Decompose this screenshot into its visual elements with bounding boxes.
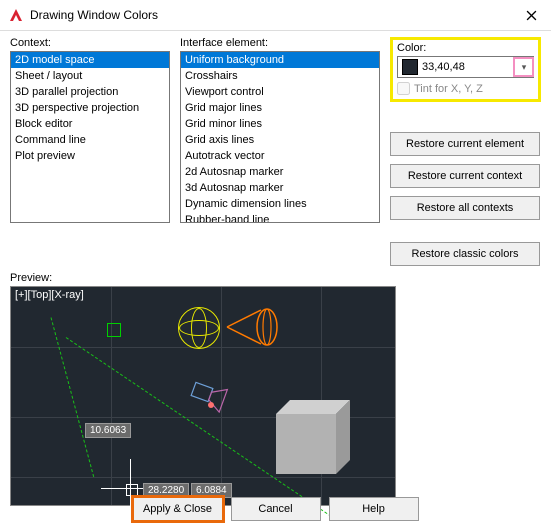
viewport-control-label: [+][Top][X-ray] [15, 289, 84, 301]
list-item[interactable]: 2d Autosnap marker [181, 164, 379, 180]
wireframe-sphere-icon [178, 307, 220, 349]
close-button[interactable] [511, 0, 551, 30]
list-item[interactable]: Plot preview [11, 148, 169, 164]
color-swatch [402, 59, 418, 75]
shaded-cube-icon [276, 414, 336, 474]
chevron-down-icon[interactable]: ▾ [514, 58, 533, 76]
restore-current-element-button[interactable]: Restore current element [390, 132, 540, 156]
list-item[interactable]: Grid minor lines [181, 116, 379, 132]
list-item[interactable]: 3d Autosnap marker [181, 180, 379, 196]
list-item[interactable]: Rubber-band line [181, 212, 379, 223]
color-label: Color: [397, 42, 534, 54]
list-item[interactable]: 3D perspective projection [11, 100, 169, 116]
tooltip-readout: 6.0884 [191, 483, 232, 498]
list-item[interactable]: Uniform background [181, 52, 379, 68]
context-label: Context: [10, 37, 170, 49]
list-item[interactable]: Command line [11, 132, 169, 148]
list-item[interactable]: Crosshairs [181, 68, 379, 84]
list-item[interactable]: 3D parallel projection [11, 84, 169, 100]
help-button[interactable]: Help [329, 497, 419, 521]
tint-xyz-row: Tint for X, Y, Z [397, 82, 534, 95]
color-value: 33,40,48 [422, 61, 514, 73]
restore-all-contexts-button[interactable]: Restore all contexts [390, 196, 540, 220]
tooltip-readout: 28.2280 [143, 483, 189, 498]
interface-listbox[interactable]: Uniform backgroundCrosshairsViewport con… [180, 51, 380, 223]
interface-label: Interface element: [180, 37, 380, 49]
list-item[interactable]: Dynamic dimension lines [181, 196, 379, 212]
apply-close-button[interactable]: Apply & Close [133, 497, 223, 521]
list-item[interactable]: 2D model space [11, 52, 169, 68]
app-logo-icon [8, 7, 24, 23]
restore-current-context-button[interactable]: Restore current context [390, 164, 540, 188]
preview-label: Preview: [10, 272, 541, 284]
camera-glyph-icon [189, 377, 229, 416]
tint-xyz-checkbox [397, 82, 410, 95]
wireframe-cone-icon [225, 305, 279, 349]
autosnap-marker-icon [107, 323, 121, 337]
list-item[interactable]: Grid major lines [181, 100, 379, 116]
list-item[interactable]: Grid axis lines [181, 132, 379, 148]
list-item[interactable]: Autotrack vector [181, 148, 379, 164]
color-group-highlight: Color: 33,40,48 ▾ Tint for X, Y, Z [390, 37, 541, 102]
list-item[interactable]: Sheet / layout [11, 68, 169, 84]
color-dropdown[interactable]: 33,40,48 ▾ [397, 56, 534, 78]
list-item[interactable]: Block editor [11, 116, 169, 132]
restore-classic-colors-button[interactable]: Restore classic colors [390, 242, 540, 266]
window-title: Drawing Window Colors [30, 8, 511, 22]
tooltip-readout: 10.6063 [85, 423, 131, 438]
context-listbox[interactable]: 2D model spaceSheet / layout3D parallel … [10, 51, 170, 223]
list-item[interactable]: Viewport control [181, 84, 379, 100]
cancel-button[interactable]: Cancel [231, 497, 321, 521]
preview-viewport: [+][Top][X-ray] 10.6063 28.2280 6.088 [10, 286, 396, 506]
tint-xyz-label: Tint for X, Y, Z [414, 83, 483, 95]
